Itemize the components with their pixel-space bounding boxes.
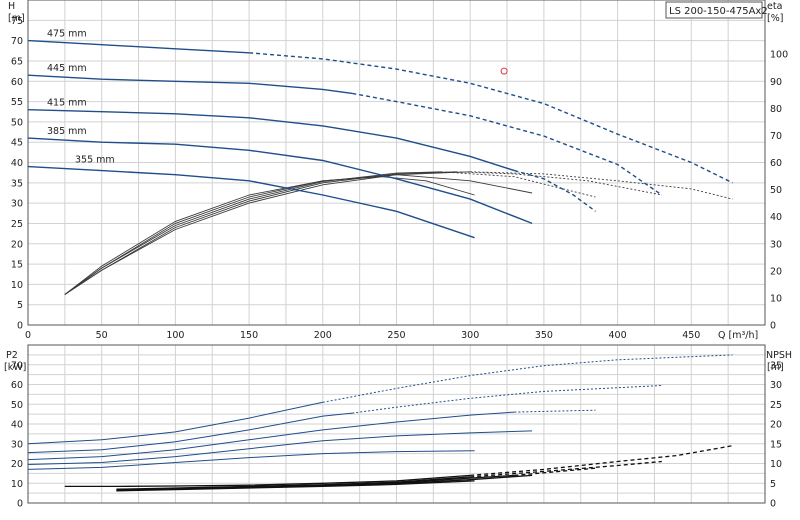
tick-label-head: 65 bbox=[11, 56, 23, 67]
head-curve-label: 475 mm bbox=[47, 29, 87, 40]
tick-label-power: 10 bbox=[11, 479, 23, 490]
npsh-curve-dashed bbox=[514, 467, 596, 477]
tick-label-eta: 30 bbox=[770, 239, 782, 250]
model-badge: LS 200-150-475Ax2 bbox=[669, 6, 768, 17]
top-plot-curves: 475 mm 445 mm 415 mm 385 mm 355 mm bbox=[27, 29, 733, 295]
y-axis-unit-power: [kW] bbox=[4, 362, 26, 373]
tick-label-head: 20 bbox=[11, 239, 23, 250]
tick-label-power: 40 bbox=[11, 420, 23, 431]
tick-label-flow: 150 bbox=[240, 330, 258, 341]
tick-label-head: 55 bbox=[11, 97, 23, 108]
head-curve-label: 385 mm bbox=[47, 126, 87, 137]
tick-label-flow: 350 bbox=[535, 330, 553, 341]
tick-label-npsh: 25 bbox=[770, 400, 782, 411]
pump-performance-chart: 0510152025303540455055606570750102030405… bbox=[4, 0, 792, 510]
power-curve-solid bbox=[27, 411, 515, 461]
tick-label-flow: 0 bbox=[25, 330, 31, 341]
operating-point-marker bbox=[500, 67, 508, 75]
tick-label-flow: 200 bbox=[314, 330, 332, 341]
top-plot-grid bbox=[28, 0, 765, 325]
head-curve-label: 355 mm bbox=[75, 155, 115, 166]
tick-label-eta: 80 bbox=[770, 104, 782, 115]
head-curve-label: 415 mm bbox=[47, 98, 87, 109]
tick-label-head: 25 bbox=[11, 219, 23, 230]
tick-label-npsh: 10 bbox=[770, 459, 782, 470]
tick-label-eta: 90 bbox=[770, 77, 782, 88]
tick-label-eta: 10 bbox=[770, 293, 782, 304]
tick-label-eta: 70 bbox=[770, 131, 782, 142]
tick-label-eta: 40 bbox=[770, 212, 782, 223]
head-curve-solid bbox=[27, 74, 353, 95]
tick-label-power: 0 bbox=[17, 499, 23, 510]
tick-label-head: 40 bbox=[11, 158, 23, 169]
tick-label-head: 15 bbox=[11, 260, 23, 271]
tick-label-head: 30 bbox=[11, 199, 23, 210]
bottom-plot-curves bbox=[27, 354, 733, 492]
tick-label-head: 5 bbox=[17, 300, 23, 311]
tick-label-npsh: 15 bbox=[770, 439, 782, 450]
npsh-curve-dashed bbox=[470, 445, 733, 477]
tick-label-head: 35 bbox=[11, 178, 23, 189]
x-axis-label-flow: Q [m³/h] bbox=[718, 330, 758, 341]
y-axis-unit-npsh: [m] bbox=[767, 362, 784, 373]
tick-label-power: 30 bbox=[11, 439, 23, 450]
tick-label-power: 60 bbox=[11, 380, 23, 391]
tick-label-head: 0 bbox=[17, 321, 23, 332]
tick-label-npsh: 30 bbox=[770, 380, 782, 391]
tick-label-head: 10 bbox=[11, 280, 23, 291]
tick-label-head: 60 bbox=[11, 77, 23, 88]
tick-label-flow: 100 bbox=[166, 330, 184, 341]
y-axis-label-head: H bbox=[8, 1, 15, 12]
tick-label-power: 20 bbox=[11, 459, 23, 470]
efficiency-curve-solid bbox=[64, 171, 471, 295]
efficiency-curve-solid bbox=[64, 174, 533, 295]
tick-label-flow: 450 bbox=[682, 330, 700, 341]
tick-label-head: 50 bbox=[11, 117, 23, 128]
head-curve-dashed bbox=[514, 169, 596, 212]
head-curve-label: 445 mm bbox=[47, 63, 87, 74]
head-curve-solid bbox=[27, 137, 533, 225]
power-curve-dashed bbox=[322, 354, 733, 403]
tick-label-npsh: 0 bbox=[770, 499, 776, 510]
efficiency-curve-dashed bbox=[440, 171, 596, 198]
y-axis-unit-eta: [%] bbox=[767, 13, 783, 24]
efficiency-curve-solid bbox=[64, 171, 441, 295]
tick-label-npsh: 20 bbox=[770, 420, 782, 431]
tick-label-flow: 50 bbox=[96, 330, 108, 341]
tick-label-npsh: 5 bbox=[770, 479, 776, 490]
tick-label-eta: 50 bbox=[770, 185, 782, 196]
efficiency-curve-dashed bbox=[470, 171, 733, 200]
tick-label-power: 50 bbox=[11, 400, 23, 411]
power-curve-dashed bbox=[514, 409, 596, 413]
tick-label-head: 45 bbox=[11, 138, 23, 149]
tick-label-eta: 0 bbox=[770, 321, 776, 332]
tick-label-eta: 20 bbox=[770, 266, 782, 277]
y-axis-label-npsh: NPSH bbox=[766, 350, 792, 361]
tick-label-eta: 60 bbox=[770, 158, 782, 169]
tick-label-flow: 300 bbox=[461, 330, 479, 341]
tick-label-flow: 250 bbox=[387, 330, 405, 341]
y-axis-label-eta: eta bbox=[767, 1, 782, 12]
y-axis-label-power: P2 bbox=[6, 350, 18, 361]
tick-label-eta: 100 bbox=[770, 50, 788, 61]
bottom-plot-grid bbox=[28, 345, 765, 503]
y-axis-unit-head: [m] bbox=[8, 13, 25, 24]
tick-label-head: 70 bbox=[11, 36, 23, 47]
tick-label-flow: 400 bbox=[609, 330, 627, 341]
